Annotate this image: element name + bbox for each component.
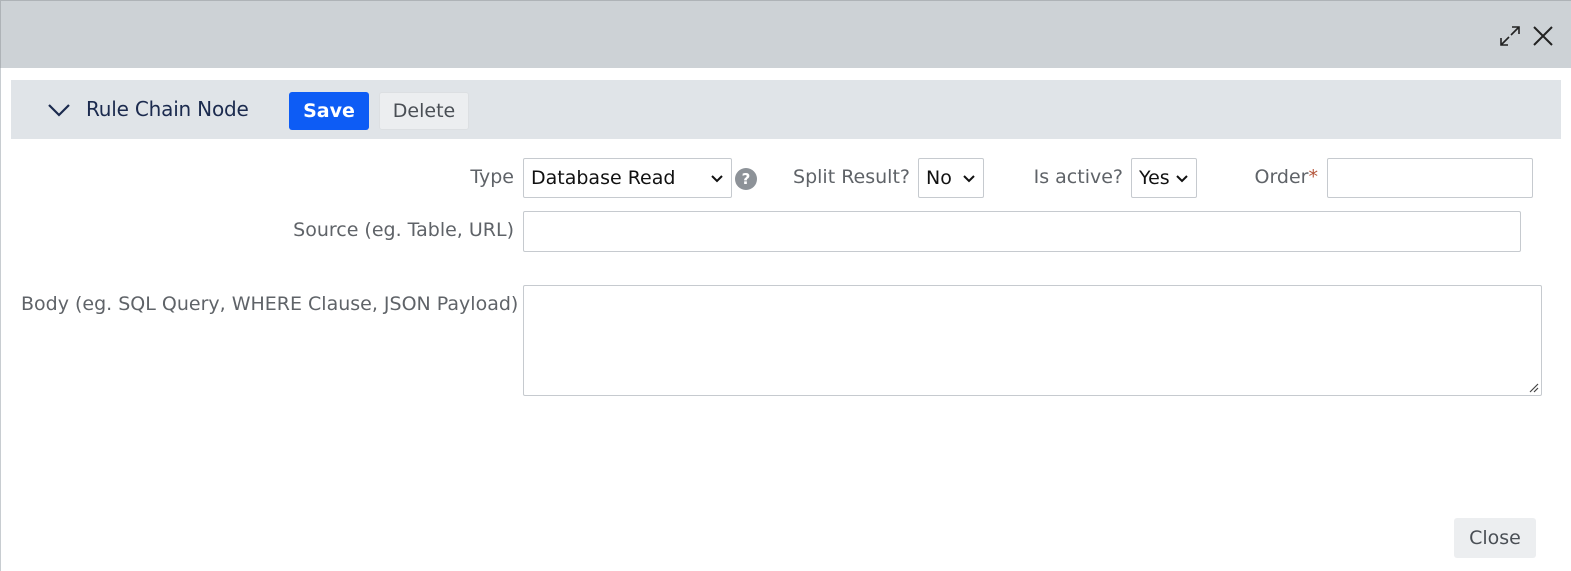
type-select-value: Database Read [531,167,676,189]
order-label-text: Order [1254,166,1309,188]
body-textarea[interactable] [523,285,1542,396]
is-active-value: Yes [1139,167,1170,189]
chevron-down-icon [48,104,70,117]
chevron-down-icon [963,175,975,183]
dialog-titlebar [0,0,1571,68]
body-label: Body (eg. SQL Query, WHERE Clause, JSON … [21,293,519,315]
order-label: Order* [1231,166,1319,188]
section-title: Rule Chain Node [86,97,249,121]
delete-button[interactable]: Delete [379,92,469,130]
order-input[interactable] [1327,158,1533,198]
close-window-button[interactable] [1530,23,1556,49]
is-active-label: Is active? [1033,166,1123,188]
expand-arrows-icon [1500,26,1520,46]
help-icon[interactable]: ? [735,168,757,190]
is-active-select[interactable]: Yes [1131,158,1197,198]
chevron-down-icon [1176,175,1188,183]
chevron-down-icon [711,175,723,183]
close-x-icon [1533,26,1553,46]
split-result-value: No [926,167,952,189]
type-label: Type [470,166,514,188]
maximize-button[interactable] [1497,23,1523,49]
source-label: Source (eg. Table, URL) [293,219,514,241]
source-input[interactable] [523,211,1521,252]
save-button[interactable]: Save [289,92,369,130]
collapse-section-toggle[interactable] [47,98,71,122]
resize-handle-icon[interactable] [1527,381,1539,393]
required-asterisk: * [1308,166,1319,188]
rule-chain-node-dialog: Rule Chain Node Save Delete Type Databas… [0,68,1571,571]
split-result-label: Split Result? [793,166,910,188]
type-select[interactable]: Database Read [523,158,732,198]
section-header: Rule Chain Node Save Delete [11,80,1561,139]
split-result-select[interactable]: No [918,158,984,198]
close-button[interactable]: Close [1454,518,1536,558]
